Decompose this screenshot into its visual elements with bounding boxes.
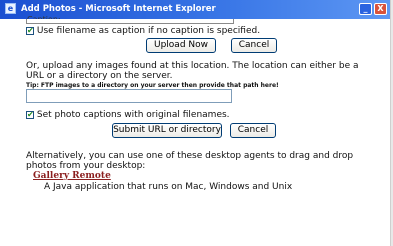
window-controls: _ X [359,3,387,15]
use-filename-row: ✔ Use filename as caption if no caption … [26,26,260,36]
use-filename-checkbox[interactable]: ✔ [26,25,34,35]
use-filename-label: Use filename as caption if no caption is… [36,26,261,36]
set-captions-row: ✔ Set photo captions with original filen… [26,110,230,120]
window-title: Add Photos - Microsoft Internet Explorer [21,4,216,14]
caption-input[interactable] [26,19,234,24]
ftp-tip: Tip: FTP images to a directory on your s… [26,82,279,89]
gallery-remote-description: A Java application that runs on Mac, Win… [44,182,293,192]
submit-cancel-button[interactable]: Cancel [230,123,276,138]
ie-icon: e [5,3,16,14]
gallery-remote-link[interactable]: Gallery Remote [33,171,111,181]
url-description-line2: URL or a directory on the server. [26,71,173,81]
upload-cancel-button[interactable]: Cancel [231,38,277,53]
upload-now-button[interactable]: Upload Now [146,38,216,53]
minimize-button[interactable]: _ [359,3,372,15]
url-input[interactable] [26,89,232,103]
submit-url-button[interactable]: Submit URL or directory [112,123,222,138]
page-content: Caption: ✔ Use filename as caption if no… [0,15,390,246]
agents-description-line2: photos from your desktop: [26,161,146,171]
close-button[interactable]: X [374,3,387,15]
url-description-line1: Or, upload any images found at this loca… [26,61,359,71]
browser-window: e Add Photos - Microsoft Internet Explor… [0,0,390,246]
check-mark-icon: ✔ [27,109,34,119]
check-mark-icon: ✔ [27,25,34,35]
set-captions-label: Set photo captions with original filenam… [36,110,230,120]
set-captions-checkbox[interactable]: ✔ [26,109,34,119]
agents-description-line1: Alternatively, you can use one of these … [26,151,354,161]
